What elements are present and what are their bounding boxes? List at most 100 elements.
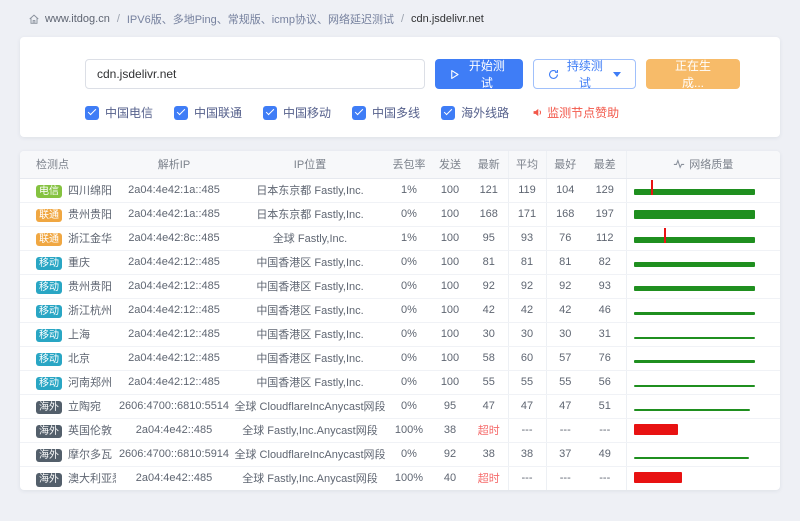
resolved-ip: 2a04:4e42:1a::485 bbox=[116, 202, 232, 226]
ip-location: 中国香港区 Fastly,Inc. bbox=[232, 370, 388, 394]
sponsor-link[interactable]: 监测节点赞助 bbox=[532, 104, 619, 121]
worst-latency: 129 bbox=[584, 178, 626, 202]
node-name: 北京 bbox=[68, 353, 90, 365]
loss-rate: 0% bbox=[388, 346, 430, 370]
checkbox-checked-icon[interactable] bbox=[85, 106, 99, 120]
filter-checkbox-unicom[interactable]: 中国联通 bbox=[174, 104, 242, 121]
home-icon bbox=[28, 13, 40, 25]
best-latency: 168 bbox=[546, 202, 584, 226]
checkbox-checked-icon[interactable] bbox=[352, 106, 366, 120]
speaker-icon bbox=[532, 107, 543, 118]
quality-cell bbox=[626, 274, 780, 298]
quality-cell bbox=[626, 346, 780, 370]
breadcrumb-section[interactable]: IPV6版、多地Ping、常规版、icmp协议、网络延迟测试 bbox=[127, 11, 394, 27]
node-cell: 海外立陶宛 bbox=[20, 394, 116, 418]
check-icon bbox=[87, 107, 95, 115]
best-latency: 37 bbox=[546, 442, 584, 466]
filter-label: 中国联通 bbox=[194, 104, 242, 121]
average-latency: 42 bbox=[508, 298, 546, 322]
check-icon bbox=[265, 107, 273, 115]
resolved-ip: 2606:4700::6810:5914 bbox=[116, 442, 232, 466]
checkbox-checked-icon[interactable] bbox=[263, 106, 277, 120]
latest-latency: 47 bbox=[470, 394, 508, 418]
carrier-badge: 移动 bbox=[36, 257, 62, 271]
header-resolved-ip: 解析IP bbox=[116, 151, 232, 178]
average-latency: --- bbox=[508, 418, 546, 442]
filter-label: 中国多线 bbox=[372, 104, 420, 121]
breadcrumb-current: cdn.jsdelivr.net bbox=[411, 13, 484, 25]
best-latency: 92 bbox=[546, 274, 584, 298]
header-latest: 最新 bbox=[470, 151, 508, 178]
node-cell: 移动北京 bbox=[20, 346, 116, 370]
quality-cell bbox=[626, 370, 780, 394]
loss-rate: 1% bbox=[388, 226, 430, 250]
quality-sparkline bbox=[634, 205, 756, 223]
checkbox-checked-icon[interactable] bbox=[441, 106, 455, 120]
node-cell: 海外英国伦敦 bbox=[20, 418, 116, 442]
node-cell: 海外澳大利亚悉尼 bbox=[20, 466, 116, 490]
checkbox-checked-icon[interactable] bbox=[174, 106, 188, 120]
quality-bar bbox=[634, 312, 756, 315]
latest-latency: 30 bbox=[470, 322, 508, 346]
node-cell: 移动上海 bbox=[20, 322, 116, 346]
breadcrumb-separator: / bbox=[117, 13, 120, 25]
toolbar: 开始测试 持续测试 正在生成... bbox=[85, 59, 740, 89]
quality-cell bbox=[626, 298, 780, 322]
filter-checkbox-overseas[interactable]: 海外线路 bbox=[441, 104, 509, 121]
pulse-icon bbox=[673, 158, 685, 170]
loss-rate: 0% bbox=[388, 274, 430, 298]
resolved-ip: 2a04:4e42:1a::485 bbox=[116, 178, 232, 202]
filter-checkbox-telecom[interactable]: 中国电信 bbox=[85, 104, 153, 121]
node-name: 浙江金华 bbox=[68, 233, 112, 245]
quality-bar bbox=[634, 360, 756, 363]
filter-checkbox-multiline[interactable]: 中国多线 bbox=[352, 104, 420, 121]
worst-latency: 51 bbox=[584, 394, 626, 418]
header-node: 检测点 bbox=[20, 151, 116, 178]
loss-rate: 0% bbox=[388, 370, 430, 394]
latest-latency: 38 bbox=[470, 442, 508, 466]
node-name: 四川绵阳 bbox=[68, 185, 112, 197]
latest-latency: 超时 bbox=[470, 418, 508, 442]
carrier-badge: 海外 bbox=[36, 473, 62, 487]
latency-spike bbox=[664, 228, 666, 243]
quality-bar bbox=[634, 237, 756, 243]
breadcrumb-site[interactable]: www.itdog.cn bbox=[45, 13, 110, 25]
continuous-test-button[interactable]: 持续测试 bbox=[533, 59, 636, 89]
node-name: 贵州贵阳 bbox=[68, 209, 112, 221]
worst-latency: 82 bbox=[584, 250, 626, 274]
sent-count: 92 bbox=[430, 442, 470, 466]
loss-rate: 0% bbox=[388, 442, 430, 466]
sent-count: 100 bbox=[430, 370, 470, 394]
node-cell: 移动河南郑州 bbox=[20, 370, 116, 394]
quality-sparkline bbox=[634, 421, 756, 439]
worst-latency: 197 bbox=[584, 202, 626, 226]
quality-cell bbox=[626, 442, 780, 466]
start-test-label: 开始测试 bbox=[465, 57, 509, 91]
quality-sparkline bbox=[634, 469, 756, 487]
quality-bar bbox=[634, 337, 756, 339]
loss-rate: 0% bbox=[388, 202, 430, 226]
worst-latency: 93 bbox=[584, 274, 626, 298]
worst-latency: --- bbox=[584, 418, 626, 442]
quality-sparkline bbox=[634, 181, 756, 199]
average-latency: 47 bbox=[508, 394, 546, 418]
node-cell: 电信四川绵阳 bbox=[20, 178, 116, 202]
ip-location: 中国香港区 Fastly,Inc. bbox=[232, 274, 388, 298]
filter-checkbox-mobile[interactable]: 中国移动 bbox=[263, 104, 331, 121]
header-sent: 发送 bbox=[430, 151, 470, 178]
header-ip-location: IP位置 bbox=[232, 151, 388, 178]
table-row: 移动浙江杭州 2a04:4e42:12::485 中国香港区 Fastly,In… bbox=[20, 298, 780, 322]
filter-label: 中国电信 bbox=[105, 104, 153, 121]
host-input[interactable] bbox=[85, 59, 425, 89]
ip-location: 日本东京都 Fastly,Inc. bbox=[232, 178, 388, 202]
node-name: 立陶宛 bbox=[68, 401, 101, 413]
start-test-button[interactable]: 开始测试 bbox=[435, 59, 523, 89]
check-icon bbox=[354, 107, 362, 115]
average-latency: 55 bbox=[508, 370, 546, 394]
node-name: 澳大利亚悉尼 bbox=[68, 473, 116, 485]
latest-latency: 168 bbox=[470, 202, 508, 226]
carrier-badge: 电信 bbox=[36, 185, 62, 199]
worst-latency: 76 bbox=[584, 346, 626, 370]
table-row: 海外立陶宛 2606:4700::6810:5514 全球 Cloudflare… bbox=[20, 394, 780, 418]
carrier-filters: 中国电信 中国联通 中国移动 中国多线 海外线路 监测节点赞助 bbox=[85, 104, 740, 121]
